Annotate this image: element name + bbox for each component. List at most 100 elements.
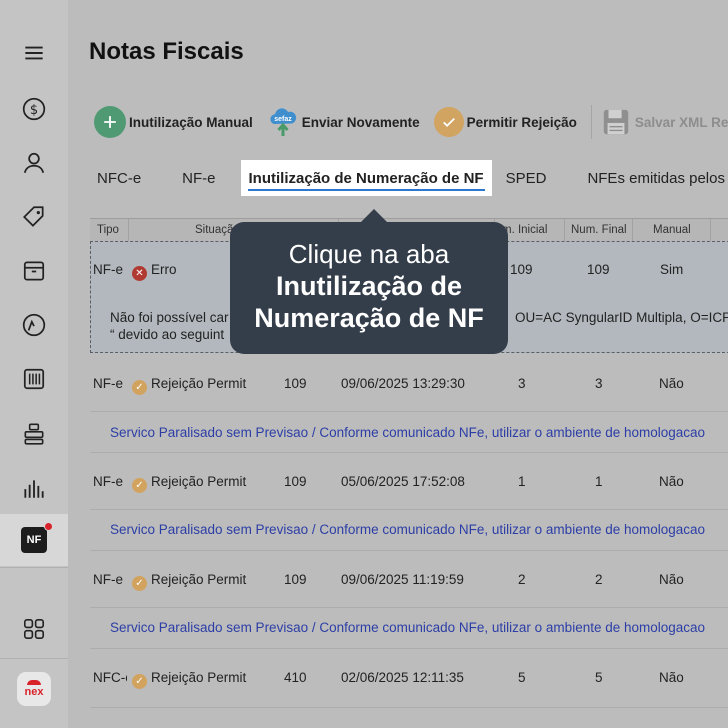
check-icon: ✓ xyxy=(132,674,147,689)
error-icon: ✕ xyxy=(132,266,147,281)
chart-icon[interactable] xyxy=(0,462,68,514)
cell-serie: 109 xyxy=(284,376,307,391)
cell-data: 09/06/2025 13:29:30 xyxy=(341,376,465,391)
tutorial-callout: Clique na aba Inutilização de Numeração … xyxy=(230,209,508,354)
tab-nfes-emitidas[interactable]: NFEs emitidas pelos Fo xyxy=(579,160,728,196)
header-tipo[interactable]: Tipo xyxy=(97,224,119,236)
main-content: Notas Fiscais Inutilização Manual sefaz … xyxy=(68,0,728,728)
callout-line2: Inutilização de xyxy=(275,271,463,301)
tab-bar: NFC-e NF-e Inutilização de Numeração de … xyxy=(89,160,728,196)
nf-badge-label: NF xyxy=(26,534,42,546)
row-message-link[interactable]: Servico Paralisado sem Previsao / Confor… xyxy=(110,620,705,635)
cell-manual: Não xyxy=(659,670,684,685)
row-message-text: “ devido ao seguint xyxy=(110,327,225,342)
cell-inicial: 5 xyxy=(518,670,526,685)
cell-final: 3 xyxy=(595,376,603,391)
cell-final: 109 xyxy=(587,262,610,277)
cell-data: 09/06/2025 11:19:59 xyxy=(341,572,464,587)
user-icon[interactable] xyxy=(0,137,68,189)
row-divider xyxy=(90,452,728,453)
row-message-text-right: OU=AC SyngularID Multipla, O=ICP xyxy=(515,310,728,325)
cell-inicial: 3 xyxy=(518,376,526,391)
page-title: Notas Fiscais xyxy=(89,38,244,65)
row-divider xyxy=(90,509,728,510)
salvar-xml-button[interactable]: Salvar XML Retorn xyxy=(600,106,728,138)
cell-data: 05/06/2025 17:52:08 xyxy=(341,474,465,489)
tab-sped[interactable]: SPED xyxy=(498,160,555,196)
header-num-inicial[interactable]: m. Inicial xyxy=(502,224,547,236)
cell-situacao: ✓ Rejeição Permit xyxy=(132,376,246,395)
barcode-icon[interactable] xyxy=(0,353,68,405)
cell-manual: Sim xyxy=(660,262,684,277)
check-icon: ✓ xyxy=(132,478,147,493)
sidebar-divider xyxy=(0,658,68,659)
network-icon[interactable] xyxy=(0,408,68,460)
nex-logo[interactable]: nex xyxy=(0,663,68,715)
sidebar: $ NF nex xyxy=(0,0,68,728)
header-manual[interactable]: Manual xyxy=(653,224,691,236)
row-divider xyxy=(90,411,728,412)
save-icon xyxy=(600,106,632,138)
cell-tipo: NF-e xyxy=(93,376,123,391)
cell-tipo: NF-e xyxy=(93,262,123,277)
cell-situacao: ✓ Rejeição Permit xyxy=(132,572,246,591)
inutilizacao-manual-label: Inutilização Manual xyxy=(129,114,253,130)
check-icon xyxy=(433,107,464,137)
cell-inicial: 2 xyxy=(518,572,526,587)
apps-icon[interactable] xyxy=(0,603,68,655)
row-divider xyxy=(90,707,728,708)
callout-line1: Clique na aba xyxy=(288,239,450,269)
cell-tipo: NF-e xyxy=(93,572,123,587)
cell-final: 2 xyxy=(595,572,603,587)
cell-serie: 410 xyxy=(284,670,307,685)
cell-tipo: NF-e xyxy=(93,474,123,489)
inutilizacao-manual-button[interactable]: Inutilização Manual xyxy=(94,106,253,138)
enviar-novamente-label: Enviar Novamente xyxy=(301,114,420,130)
nex-logo-label: nex xyxy=(24,686,44,698)
cell-inicial: 1 xyxy=(518,474,526,489)
menu-icon[interactable] xyxy=(0,27,68,79)
row-divider xyxy=(90,648,728,649)
callout-line3: Numeração de NF xyxy=(254,303,484,333)
plus-icon xyxy=(94,106,126,138)
header-num-final[interactable]: Num. Final xyxy=(571,224,627,236)
cell-final: 5 xyxy=(595,670,603,685)
tab-nfe[interactable]: NF-e xyxy=(174,160,223,196)
row-message-link[interactable]: Servico Paralisado sem Previsao / Confor… xyxy=(110,522,705,537)
nf-icon[interactable]: NF xyxy=(0,514,68,566)
check-icon: ✓ xyxy=(132,380,147,395)
permitir-rejeicao-label: Permitir Rejeição xyxy=(466,114,577,130)
box-icon[interactable] xyxy=(0,245,68,297)
salvar-xml-label: Salvar XML Retorn xyxy=(634,114,728,130)
permitir-rejeicao-button[interactable]: Permitir Rejeição xyxy=(433,107,577,137)
sefaz-badge: sefaz xyxy=(274,116,292,123)
check-icon: ✓ xyxy=(132,576,147,591)
cell-situacao: ✕ Erro xyxy=(132,262,177,281)
tab-nfce[interactable]: NFC-e xyxy=(89,160,149,196)
cell-situacao: ✓ Rejeição Permit xyxy=(132,670,246,689)
enviar-novamente-button[interactable]: sefaz Enviar Novamente xyxy=(267,106,420,138)
sidebar-divider xyxy=(0,567,68,568)
cell-manual: Não xyxy=(659,376,684,391)
cell-serie: 109 xyxy=(284,474,307,489)
cell-serie: 109 xyxy=(284,572,307,587)
cell-inicial: 109 xyxy=(510,262,533,277)
toolbar-separator xyxy=(590,105,592,139)
cell-data: 02/06/2025 12:11:35 xyxy=(341,670,464,685)
tag-icon[interactable] xyxy=(0,191,68,243)
toolbar: Inutilização Manual sefaz Enviar Novamen… xyxy=(94,104,728,140)
cell-manual: Não xyxy=(659,474,684,489)
cell-tipo: NFC-e xyxy=(93,670,127,685)
tab-inutilizacao[interactable]: Inutilização de Numeração de NF xyxy=(240,160,492,196)
cell-final: 1 xyxy=(595,474,603,489)
row-message-text: Não foi possível car xyxy=(110,310,229,325)
cell-situacao: ✓ Rejeição Permit xyxy=(132,474,246,493)
dollar-icon[interactable]: $ xyxy=(0,83,68,135)
row-divider xyxy=(90,607,728,608)
svg-text:$: $ xyxy=(30,103,38,118)
gauge-icon[interactable] xyxy=(0,299,68,351)
cell-manual: Não xyxy=(659,572,684,587)
row-message-link[interactable]: Servico Paralisado sem Previsao / Confor… xyxy=(110,425,705,440)
notification-dot xyxy=(44,522,53,531)
sefaz-cloud-icon: sefaz xyxy=(267,106,299,138)
